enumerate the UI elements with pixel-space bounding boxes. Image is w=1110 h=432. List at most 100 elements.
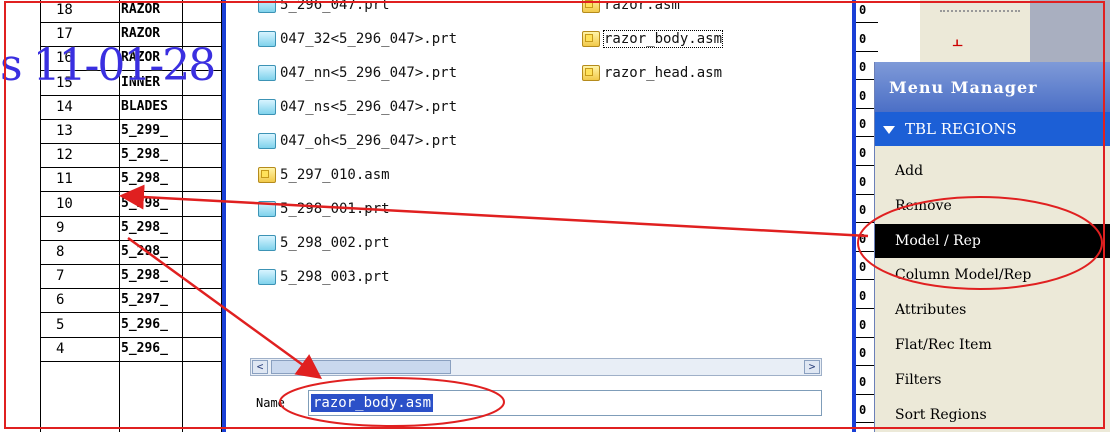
file-item[interactable]: razor_head.asm [582, 62, 722, 84]
file-item[interactable]: razor_body.asm [582, 28, 724, 50]
file-name: razor_head.asm [604, 65, 723, 81]
table-row-text: 5_298_ [121, 147, 168, 163]
table-edit-icon[interactable]: ⫠ [952, 30, 963, 51]
table-row-number: 11 [56, 171, 73, 188]
file-item[interactable]: 047_nn<5_296_047>.prt [258, 62, 457, 84]
file-item[interactable]: 5_296_047.prt [258, 0, 390, 16]
file-name: 047_oh<5_296_047>.prt [280, 133, 458, 149]
menu-item-filters[interactable]: Filters [875, 363, 1110, 397]
right-column-digit: 0 [859, 203, 867, 218]
table-row-text: 5_298_ [121, 219, 168, 235]
right-column-digit: 0 [859, 231, 867, 246]
menu-item-model-rep[interactable]: Model / Rep [875, 223, 1110, 258]
right-column-cell: 0 [856, 0, 878, 23]
table-row: 4 5_296_ [40, 339, 222, 362]
menu-item-remove[interactable]: Remove [875, 189, 1110, 223]
part-file-icon [258, 235, 276, 251]
scroll-left-button[interactable]: < [252, 360, 268, 374]
assembly-file-icon [582, 65, 600, 81]
menu-item-label: Filters [895, 371, 942, 388]
toolbar-grip[interactable] [940, 10, 1020, 16]
right-column-digit: 0 [859, 260, 867, 275]
menu-item-label: Remove [895, 197, 952, 214]
file-name: 5_298_003.prt [280, 269, 390, 285]
menu-item-label: Column Model/Rep [895, 267, 1032, 284]
menu-section-label: TBL REGIONS [905, 120, 1017, 138]
right-column-digit: 0 [859, 374, 867, 389]
table-row-number: 18 [56, 2, 73, 18]
name-input[interactable]: razor_body.asm [308, 390, 822, 416]
part-file-icon [258, 269, 276, 285]
menu-manager-title: Menu Manager [875, 62, 1110, 112]
file-name: razor.asm [604, 0, 680, 13]
file-item[interactable]: 5_298_001.prt [258, 198, 390, 220]
menu-item-column-model-rep[interactable]: Column Model/Rep [875, 258, 1110, 292]
menu-item-label: Sort Regions [895, 406, 987, 423]
table-row-number: 5 [56, 316, 65, 333]
part-file-icon [258, 31, 276, 47]
screenshot-frame: 18 RAZOR 17 RAZOR 16 RAZOR 15 INNER 14 BLADES 13 5_… [0, 0, 1110, 432]
menu-item-flat-rec-item[interactable]: Flat/Rec Item [875, 328, 1110, 362]
table-row-text: 5_296_ [121, 316, 168, 332]
file-item[interactable]: razor.asm [582, 0, 680, 16]
table-row-text: 5_297_ [121, 292, 168, 308]
table-row: 13 5_299_ [40, 121, 222, 144]
background-area [1030, 0, 1110, 62]
table-row-number: 9 [56, 219, 65, 236]
table-row-text: BLADES [121, 98, 168, 114]
menu-item-add[interactable]: Add [875, 154, 1110, 188]
table-row: 8 5_298_ [40, 242, 222, 265]
horizontal-scrollbar[interactable]: < > [250, 358, 822, 376]
part-file-icon [258, 133, 276, 149]
assembly-file-icon [582, 31, 600, 47]
menu-manager: Menu Manager TBL REGIONS Add Remove Model … [874, 62, 1110, 432]
table-row-number: 4 [56, 340, 65, 357]
table-row-text: 5_298_ [121, 171, 168, 187]
name-input-value[interactable]: razor_body.asm [311, 394, 434, 412]
table-row: 9 5_298_ [40, 218, 222, 241]
file-name: razor_body.asm [602, 30, 724, 48]
right-column-digit: 0 [859, 117, 867, 132]
table-row-number: 6 [56, 292, 65, 309]
right-column-digit: 0 [859, 3, 867, 17]
file-name: 047_nn<5_296_047>.prt [280, 65, 458, 81]
file-item[interactable]: 047_32<5_296_047>.prt [258, 28, 457, 50]
right-column-digit: 0 [859, 60, 867, 75]
menu-title-text: Menu Manager [889, 78, 1038, 97]
menu-item-label: Flat/Rec Item [895, 337, 992, 353]
table-row: 10 5_298_ [40, 194, 222, 217]
table-row-number: 14 [56, 98, 73, 115]
assembly-file-icon [258, 167, 276, 183]
table-row-text: 5_298_ [121, 195, 168, 211]
menu-section-tbl-regions[interactable]: TBL REGIONS [875, 112, 1110, 146]
part-file-icon [258, 0, 276, 13]
file-item[interactable]: 5_298_002.prt [258, 232, 390, 254]
table-row: 11 5_298_ [40, 169, 222, 193]
menu-item-sort-regions[interactable]: Sort Regions [875, 398, 1110, 432]
file-name: 5_297_010.asm [280, 167, 390, 183]
file-name: 5_298_001.prt [280, 201, 390, 217]
file-item[interactable]: 5_297_010.asm [258, 164, 390, 186]
table-row-text: 5_296_ [121, 340, 168, 356]
table-row-text: 5_299_ [121, 123, 168, 138]
table-row-number: 12 [56, 147, 73, 164]
table-row-number: 7 [56, 268, 65, 285]
menu-item-label: Attributes [895, 302, 967, 319]
collapse-triangle-icon [883, 126, 895, 134]
file-item[interactable]: 5_298_003.prt [258, 266, 390, 288]
right-column-digit: 0 [859, 403, 867, 418]
file-item[interactable]: 047_ns<5_296_047>.prt [258, 96, 457, 118]
right-column-digit: 0 [859, 317, 867, 332]
file-name: 5_298_002.prt [280, 235, 390, 251]
part-file-icon [258, 99, 276, 115]
table-row-text: 5_298_ [121, 268, 168, 284]
table-row-text: RAZOR [121, 26, 161, 42]
name-label: Name [256, 396, 285, 410]
menu-item-attributes[interactable]: Attributes [875, 293, 1110, 327]
scroll-thumb[interactable] [271, 360, 451, 374]
right-column-digit: 0 [859, 346, 867, 361]
scroll-right-button[interactable]: > [804, 360, 820, 374]
file-item[interactable]: 047_oh<5_296_047>.prt [258, 130, 457, 152]
watermark: s 11-01-28 [0, 40, 216, 91]
right-column-cell: 0 [856, 29, 878, 52]
